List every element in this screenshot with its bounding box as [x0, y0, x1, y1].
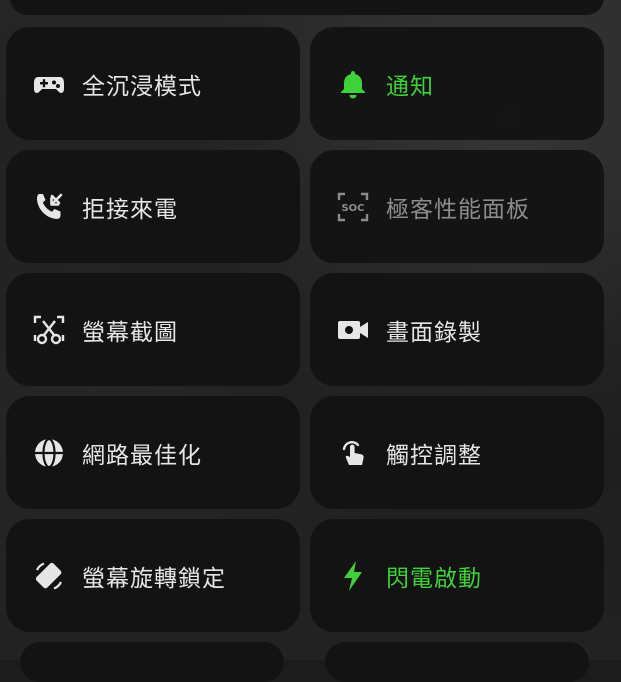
missed-call-icon — [32, 190, 66, 224]
tile-label: 網路最佳化 — [82, 442, 202, 469]
bell-icon — [336, 67, 370, 101]
tile-label: 全沉浸模式 — [82, 73, 202, 100]
video-camera-icon — [336, 313, 370, 347]
tile-label: 通知 — [386, 73, 434, 100]
partial-tile-bottom-right[interactable] — [325, 642, 589, 682]
rotation-lock-icon — [32, 559, 66, 593]
screenshot-scissors-icon — [32, 313, 66, 347]
tile-screenshot[interactable]: 螢幕截圖 — [6, 273, 300, 386]
touch-hand-icon — [336, 436, 370, 470]
tile-reject-calls[interactable]: 拒接來電 — [6, 150, 300, 263]
tile-label: 閃電啟動 — [386, 565, 482, 592]
tile-label: 觸控調整 — [386, 442, 482, 469]
soc-icon: SOC — [336, 190, 370, 224]
tile-label: 拒接來電 — [82, 196, 178, 223]
tile-network-optimization[interactable]: 網路最佳化 — [6, 396, 300, 509]
gamepad-icon — [32, 67, 66, 101]
tile-lightning-launch[interactable]: 閃電啟動 — [310, 519, 604, 632]
soc-icon-text: SOC — [341, 203, 364, 214]
tile-rotation-lock[interactable]: 螢幕旋轉鎖定 — [6, 519, 300, 632]
tile-notifications[interactable]: 通知 — [310, 27, 604, 140]
tile-label: 螢幕截圖 — [82, 319, 178, 346]
lightning-icon — [336, 559, 370, 593]
tile-geek-performance-panel[interactable]: SOC 極客性能面板 — [310, 150, 604, 263]
partial-tile-top[interactable] — [10, 0, 604, 15]
globe-icon — [32, 436, 66, 470]
tile-touch-adjustment[interactable]: 觸控調整 — [310, 396, 604, 509]
tile-screen-recording[interactable]: 畫面錄製 — [310, 273, 604, 386]
tile-label: 畫面錄製 — [386, 319, 482, 346]
tile-label: 極客性能面板 — [386, 196, 530, 223]
tile-immersive-mode[interactable]: 全沉浸模式 — [6, 27, 300, 140]
tile-label: 螢幕旋轉鎖定 — [82, 565, 226, 592]
partial-tile-bottom-left[interactable] — [20, 642, 284, 682]
